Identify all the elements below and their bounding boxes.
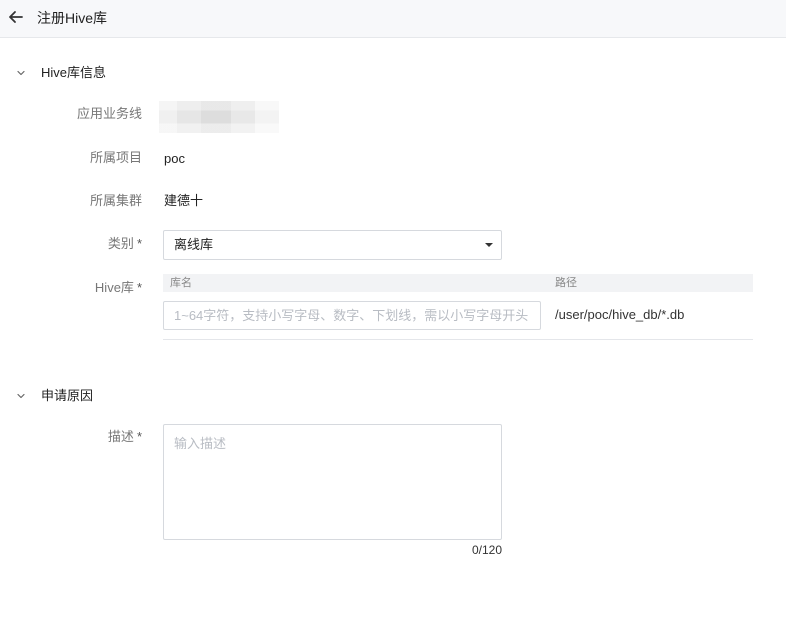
chevron-down-icon[interactable] [14,389,28,403]
category-label-text: 类别 [107,236,134,251]
section-hive-info-header[interactable]: Hive库信息 [14,63,106,83]
hive-db-label-text: Hive库 [94,280,134,295]
hive-db-label: Hive库 * [22,279,142,297]
page-title: 注册Hive库 [37,10,108,26]
required-mark: * [136,236,142,251]
section-reason-header[interactable]: 申请原因 [14,386,93,406]
section-title: Hive库信息 [41,65,107,80]
table-row-divider [163,339,753,340]
character-counter: 0/120 [471,543,502,557]
category-select[interactable]: 离线库 [163,230,502,260]
cluster-label: 所属集群 [89,193,142,208]
column-header-db-name: 库名 [170,277,192,289]
section-title: 申请原因 [41,388,94,403]
required-mark: * [136,280,142,295]
business-line-label: 应用业务线 [76,106,142,121]
db-path-value: /user/poc/hive_db/*.db [555,307,685,322]
caret-down-icon[interactable] [485,243,493,247]
description-textarea[interactable] [163,424,502,540]
description-label-text: 描述 [107,429,134,444]
category-selected-value: 离线库 [174,237,214,252]
project-label: 所属项目 [89,150,142,165]
column-header-path: 路径 [555,277,577,289]
cluster-value: 建德十 [164,193,204,208]
page-header: 注册Hive库 [0,0,786,38]
hive-db-table-header: 库名 路径 [163,274,753,292]
business-line-value-masked [159,101,279,133]
db-name-input[interactable] [163,301,541,330]
description-label: 描述 * [22,428,142,446]
chevron-down-icon[interactable] [14,66,28,80]
project-value: poc [164,151,185,166]
required-mark: * [136,429,142,444]
arrow-left-icon[interactable] [7,8,25,26]
category-label: 类别 * [22,235,142,253]
